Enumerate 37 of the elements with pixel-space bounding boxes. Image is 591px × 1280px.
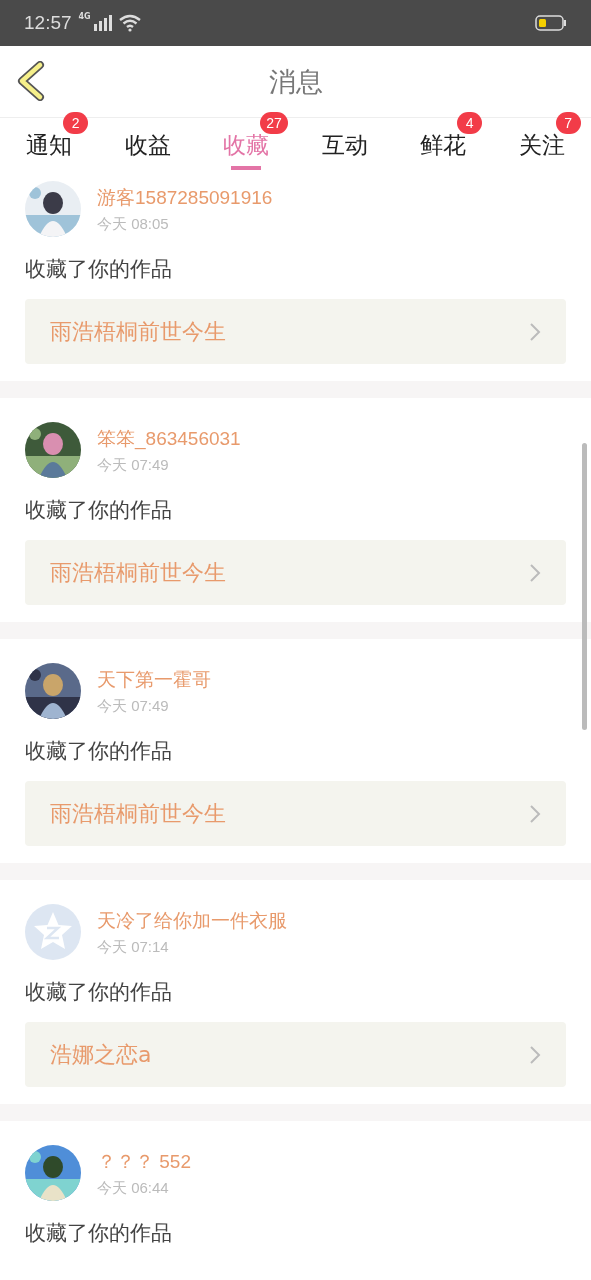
network-label: 4G [78,12,91,21]
page-title: 消息 [268,64,323,99]
count-badge: 7 [555,112,581,134]
chevron-icon [529,321,541,342]
default-avatar-icon [25,904,81,960]
message-time: 今天 07:49 [97,455,170,475]
message-text: 收藏了你的作品 [25,979,173,1006]
work-link[interactable]: 雨浩梧桐前世今生 [25,540,566,605]
tab[interactable]: 收益 [124,118,171,170]
count-badge: 4 [457,112,483,134]
message-time: 今天 08:05 [97,214,170,234]
message-text: 收藏了你的作品 [25,1220,173,1247]
work-link[interactable]: 雨浩梧桐前世今生 [25,781,566,846]
work-link[interactable]: 浩娜之恋a [25,1022,566,1087]
user-name[interactable]: 天冷了给你加一件衣服 [97,907,287,934]
user-name[interactable]: ？？？ 552 [97,1148,191,1175]
work-link[interactable]: 雨浩梧桐前世今生 [25,299,566,364]
count-badge: 2 [63,112,89,134]
message-time: 今天 06:44 [97,1178,170,1198]
user-name[interactable]: 天下第一霍哥 [97,666,211,693]
wifi-icon [118,14,141,32]
chevron-icon [529,562,541,583]
message-time: 今天 07:14 [97,937,170,957]
status-time: 12:57 [24,12,72,34]
chevron-icon [529,1044,541,1065]
back-icon[interactable] [16,61,46,101]
signal-icon [93,15,112,31]
message-text: 收藏了你的作品 [25,738,173,765]
tab[interactable]: 互动 [321,118,368,170]
message-time: 今天 07:49 [97,696,170,716]
message-text: 收藏了你的作品 [25,256,173,283]
count-badge: 27 [260,112,288,134]
user-name[interactable]: 游客1587285091916 [97,184,273,211]
user-name[interactable]: 笨笨_863456031 [97,425,241,452]
message-text: 收藏了你的作品 [25,497,173,524]
battery-icon [535,15,567,31]
chevron-icon [529,803,541,824]
